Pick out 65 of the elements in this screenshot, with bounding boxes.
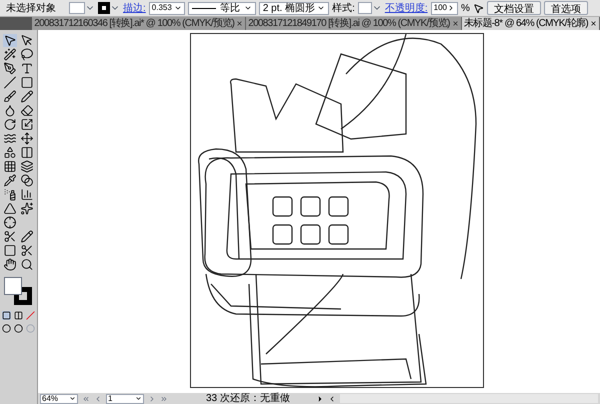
blob-brush-icon[interactable] xyxy=(3,104,17,117)
panel-grip xyxy=(0,17,32,30)
selection-status: 未选择对象 xyxy=(6,2,56,16)
stroke-weight-field[interactable]: 0.353 xyxy=(148,2,185,14)
brush-dropdown[interactable]: 2 pt. 椭圆形 xyxy=(258,2,330,14)
fill-stroke-swatches[interactable] xyxy=(4,277,34,305)
lasso-icon[interactable] xyxy=(20,48,34,61)
shape-builder-icon[interactable] xyxy=(3,146,17,159)
crosshair-icon[interactable] xyxy=(3,216,17,229)
undo-status: 33 次还原：无重做 xyxy=(206,392,290,404)
draw-normal-icon[interactable] xyxy=(2,324,11,333)
brush-icon[interactable] xyxy=(3,90,17,103)
stroke-profile-dropdown[interactable]: 等比 xyxy=(188,2,256,14)
previous-page-icon[interactable] xyxy=(94,394,102,402)
pencil-icon[interactable] xyxy=(20,90,34,103)
next-page-icon[interactable] xyxy=(148,394,156,402)
first-page-icon[interactable] xyxy=(82,394,90,402)
toolbar-button[interactable]: 首选项 xyxy=(544,1,588,15)
eraser-icon[interactable] xyxy=(20,104,34,117)
close-icon[interactable] xyxy=(590,20,597,27)
none-mode-icon[interactable] xyxy=(26,311,35,320)
warp-icon[interactable] xyxy=(3,132,17,145)
page-dropdown[interactable]: 1 xyxy=(106,394,144,404)
color-mode-icon[interactable] xyxy=(2,311,11,320)
scale-icon[interactable] xyxy=(20,118,34,131)
mesh-icon[interactable] xyxy=(3,160,17,173)
document-tab[interactable]: 200831712160346 [转换].ai* @ 100% (CMYK/预览) xyxy=(32,17,246,30)
graph-icon[interactable] xyxy=(20,188,34,201)
rotate-icon[interactable] xyxy=(3,118,17,131)
dropdown-caret-icon[interactable] xyxy=(69,395,76,402)
stroke-swatch[interactable] xyxy=(98,2,110,14)
opacity-link[interactable]: 不透明度: xyxy=(384,0,428,16)
close-icon[interactable] xyxy=(452,20,459,27)
type-icon[interactable] xyxy=(20,62,34,75)
opacity-field[interactable]: 100 xyxy=(430,2,458,14)
style-label: 样式: xyxy=(332,2,355,16)
percent-label: % xyxy=(460,2,470,16)
document-tab[interactable]: 未标题-8* @ 64% (CMYK/轮廓) xyxy=(462,17,600,30)
draw-behind-icon[interactable] xyxy=(14,324,23,333)
eyedropper-icon[interactable] xyxy=(3,174,17,187)
dropdown-caret-icon[interactable] xyxy=(135,395,142,402)
horizontal-scrollbar[interactable] xyxy=(340,394,598,403)
last-page-icon[interactable] xyxy=(160,394,168,402)
zoom-icon[interactable] xyxy=(20,258,34,271)
pen-icon[interactable] xyxy=(3,62,17,75)
blend-icon[interactable] xyxy=(20,174,34,187)
close-icon[interactable] xyxy=(236,20,244,27)
selection-arrow-icon[interactable] xyxy=(3,34,17,47)
hand-icon[interactable] xyxy=(3,258,17,271)
magic-wand-icon[interactable] xyxy=(3,48,17,61)
zoom-dropdown[interactable]: 64% xyxy=(40,394,78,404)
fill-swatch[interactable] xyxy=(69,2,85,14)
stroke-link[interactable]: 描边: xyxy=(123,0,146,16)
direct-selection-icon[interactable] xyxy=(20,34,34,47)
document-tab[interactable]: 2008317121849170 [转换].ai @ 100% (CMYK/预览) xyxy=(246,17,462,30)
free-transform-icon[interactable] xyxy=(20,132,34,145)
dropdown-caret-icon[interactable] xyxy=(174,4,182,12)
toolbar-button[interactable]: 文档设置 xyxy=(486,1,541,15)
style-swatch[interactable] xyxy=(358,2,372,14)
dropdown-caret-icon[interactable] xyxy=(244,4,252,12)
recolor-icon[interactable] xyxy=(472,2,484,14)
dropdown-caret-icon[interactable] xyxy=(317,4,326,12)
line-icon[interactable] xyxy=(3,76,17,89)
scissors-icon[interactable] xyxy=(20,244,34,257)
rectangle-icon[interactable] xyxy=(20,76,34,89)
